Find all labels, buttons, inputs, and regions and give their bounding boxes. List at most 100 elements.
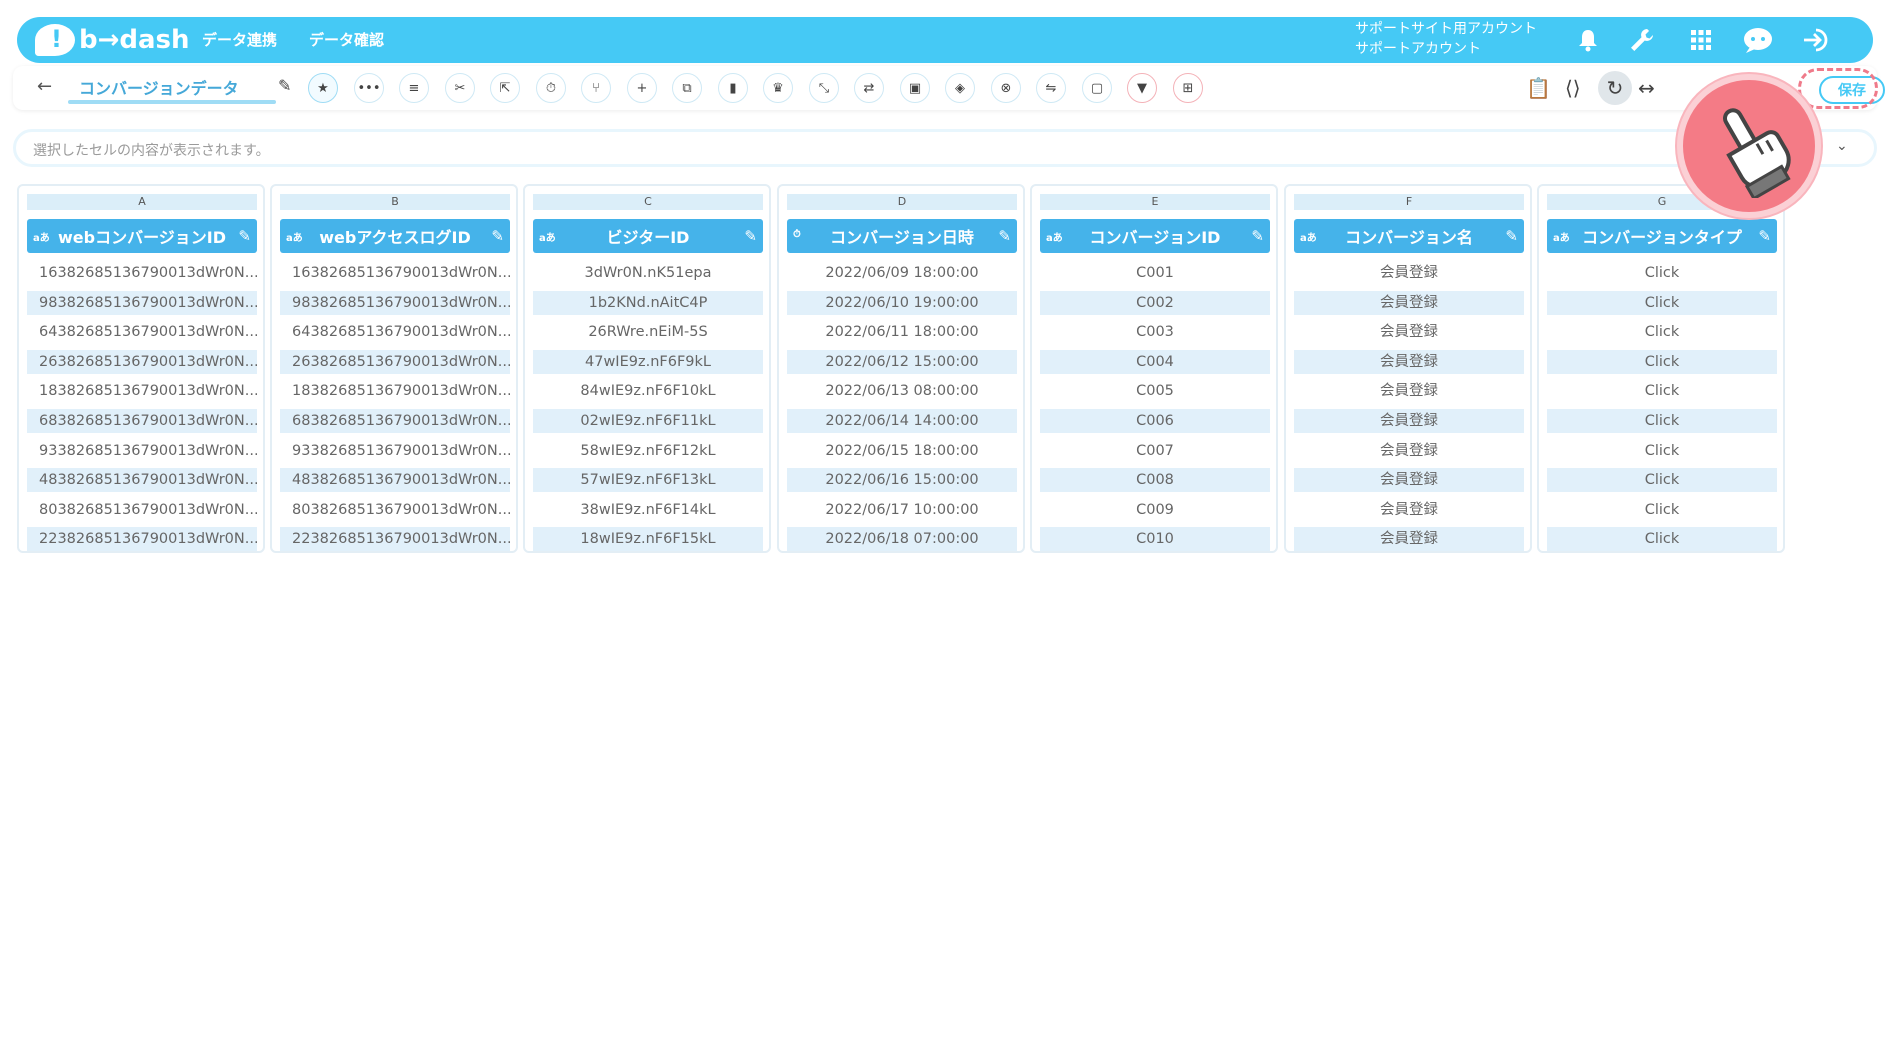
table-cell[interactable]: 会員登録: [1294, 289, 1524, 319]
chevron-down-icon[interactable]: ⌄: [1836, 138, 1848, 154]
table-cell[interactable]: 48382685136790013dWr0N...: [280, 466, 510, 496]
column-header[interactable]: aあ コンバージョン名 ✎: [1294, 219, 1524, 253]
refresh-icon[interactable]: ↻: [1598, 71, 1632, 105]
table-cell[interactable]: Click: [1547, 437, 1777, 467]
edit-column-pencil-icon[interactable]: ✎: [744, 227, 757, 245]
table-cell[interactable]: 会員登録: [1294, 496, 1524, 526]
column-letter[interactable]: B: [280, 194, 510, 210]
table-cell[interactable]: C009: [1040, 496, 1270, 526]
column-header[interactable]: aあ webアクセスログID ✎: [280, 219, 510, 253]
column-letter[interactable]: F: [1294, 194, 1524, 210]
table-cell[interactable]: 3dWr0N.nK51epa: [533, 259, 763, 289]
table-cell[interactable]: 47wIE9z.nF6F9kL: [533, 348, 763, 378]
clipboard-icon[interactable]: 📋: [1526, 76, 1551, 100]
list-icon[interactable]: ≡: [399, 73, 429, 103]
table-cell[interactable]: 68382685136790013dWr0N...: [27, 407, 257, 437]
nav-data-check[interactable]: データ確認: [309, 29, 384, 50]
table-cell[interactable]: 98382685136790013dWr0N...: [280, 289, 510, 319]
table-cell[interactable]: 93382685136790013dWr0N...: [280, 437, 510, 467]
table-cell[interactable]: 1b2KNd.nAitC4P: [533, 289, 763, 319]
table-cell[interactable]: 58wIE9z.nF6F12kL: [533, 437, 763, 467]
column-type-icon[interactable]: aあ: [1553, 229, 1570, 244]
plus-icon[interactable]: +: [627, 73, 657, 103]
table-cell[interactable]: 80382685136790013dWr0N...: [27, 496, 257, 526]
edit-column-pencil-icon[interactable]: ✎: [1505, 227, 1518, 245]
table-cell[interactable]: 会員登録: [1294, 525, 1524, 555]
table-cell[interactable]: 会員登録: [1294, 466, 1524, 496]
table-cell[interactable]: Click: [1547, 318, 1777, 348]
column-letter[interactable]: E: [1040, 194, 1270, 210]
table-cell[interactable]: 16382685136790013dWr0N...: [27, 259, 257, 289]
expand-icon[interactable]: ⇱: [490, 73, 520, 103]
edit-column-pencil-icon[interactable]: ✎: [238, 227, 251, 245]
table-cell[interactable]: 会員登録: [1294, 407, 1524, 437]
nav-data-integration[interactable]: データ連携: [202, 29, 277, 50]
account-info[interactable]: サポートサイト用アカウント サポートアカウント: [1355, 19, 1537, 59]
table-cell[interactable]: 2022/06/10 19:00:00: [787, 289, 1017, 319]
share-icon[interactable]: ⟨⟩: [1565, 76, 1581, 100]
table-cell[interactable]: 会員登録: [1294, 259, 1524, 289]
column-header[interactable]: aあ webコンバージョンID ✎: [27, 219, 257, 253]
sheet-name[interactable]: コンバージョンデータ: [79, 75, 239, 99]
table-cell[interactable]: 64382685136790013dWr0N...: [27, 318, 257, 348]
crown-icon[interactable]: ♛: [763, 73, 793, 103]
frame-icon[interactable]: ▢: [1082, 73, 1112, 103]
logout-icon[interactable]: [1801, 25, 1831, 55]
table-cell[interactable]: 2022/06/09 18:00:00: [787, 259, 1017, 289]
chat-icon[interactable]: [1740, 25, 1776, 55]
edit-column-pencil-icon[interactable]: ✎: [1758, 227, 1771, 245]
lock-icon[interactable]: ▣: [900, 73, 930, 103]
table-cell[interactable]: 98382685136790013dWr0N...: [27, 289, 257, 319]
table-cell[interactable]: C008: [1040, 466, 1270, 496]
table-cell[interactable]: 64382685136790013dWr0N...: [280, 318, 510, 348]
table-cell[interactable]: 38wIE9z.nF6F14kL: [533, 496, 763, 526]
table-cell[interactable]: C006: [1040, 407, 1270, 437]
bdash-logo[interactable]: b→dash: [35, 24, 190, 56]
column-header[interactable]: ⏱ コンバージョン日時 ✎: [787, 219, 1017, 253]
table-cell[interactable]: 26382685136790013dWr0N...: [280, 348, 510, 378]
table-cell[interactable]: C002: [1040, 289, 1270, 319]
column-type-icon[interactable]: ⏱: [793, 229, 801, 240]
table-cell[interactable]: 会員登録: [1294, 437, 1524, 467]
table-cell[interactable]: 2022/06/16 15:00:00: [787, 466, 1017, 496]
table-cell[interactable]: 48382685136790013dWr0N...: [27, 466, 257, 496]
table-cell[interactable]: Click: [1547, 348, 1777, 378]
table-cell[interactable]: 会員登録: [1294, 318, 1524, 348]
table-cell[interactable]: 18382685136790013dWr0N...: [27, 377, 257, 407]
edit-column-pencil-icon[interactable]: ✎: [1251, 227, 1264, 245]
more-icon[interactable]: •••: [354, 73, 384, 103]
column-letter[interactable]: C: [533, 194, 763, 210]
cancel-icon[interactable]: ⊗: [991, 73, 1021, 103]
column-header[interactable]: aあ コンバージョンID ✎: [1040, 219, 1270, 253]
table-cell[interactable]: 2022/06/12 15:00:00: [787, 348, 1017, 378]
table-cell[interactable]: 26RWre.nEiM-5S: [533, 318, 763, 348]
stack-icon[interactable]: ◈: [945, 73, 975, 103]
table-cell[interactable]: 93382685136790013dWr0N...: [27, 437, 257, 467]
edit-column-pencil-icon[interactable]: ✎: [491, 227, 504, 245]
column-letter[interactable]: A: [27, 194, 257, 210]
table-cell[interactable]: 22382685136790013dWr0N...: [27, 525, 257, 555]
copy-icon[interactable]: ⧉: [672, 73, 702, 103]
table-cell[interactable]: 会員登録: [1294, 348, 1524, 378]
table-cell[interactable]: 18382685136790013dWr0N...: [280, 377, 510, 407]
column-type-icon[interactable]: aあ: [1046, 229, 1063, 244]
table-cell[interactable]: C003: [1040, 318, 1270, 348]
column-type-icon[interactable]: aあ: [33, 229, 50, 244]
shrink-icon[interactable]: ⤡: [809, 73, 839, 103]
trash-icon[interactable]: ▮: [718, 73, 748, 103]
table-cell[interactable]: Click: [1547, 525, 1777, 555]
column-header[interactable]: aあ コンバージョンタイプ ✎: [1547, 219, 1777, 253]
column-letter[interactable]: D: [787, 194, 1017, 210]
table-cell[interactable]: 2022/06/17 10:00:00: [787, 496, 1017, 526]
rename-pencil-icon[interactable]: ✎: [278, 76, 291, 95]
table-cell[interactable]: Click: [1547, 289, 1777, 319]
cut-icon[interactable]: ✂: [445, 73, 475, 103]
table-cell[interactable]: 2022/06/11 18:00:00: [787, 318, 1017, 348]
table-cell[interactable]: C007: [1040, 437, 1270, 467]
column-type-icon[interactable]: aあ: [1300, 229, 1317, 244]
wrench-icon[interactable]: [1627, 25, 1657, 55]
apps-grid-icon[interactable]: [1686, 25, 1716, 55]
table-cell[interactable]: 57wIE9z.nF6F13kL: [533, 466, 763, 496]
table-cell[interactable]: 26382685136790013dWr0N...: [27, 348, 257, 378]
cell-content-bar[interactable]: 選択したセルの内容が表示されます。 ⌄: [13, 129, 1877, 167]
